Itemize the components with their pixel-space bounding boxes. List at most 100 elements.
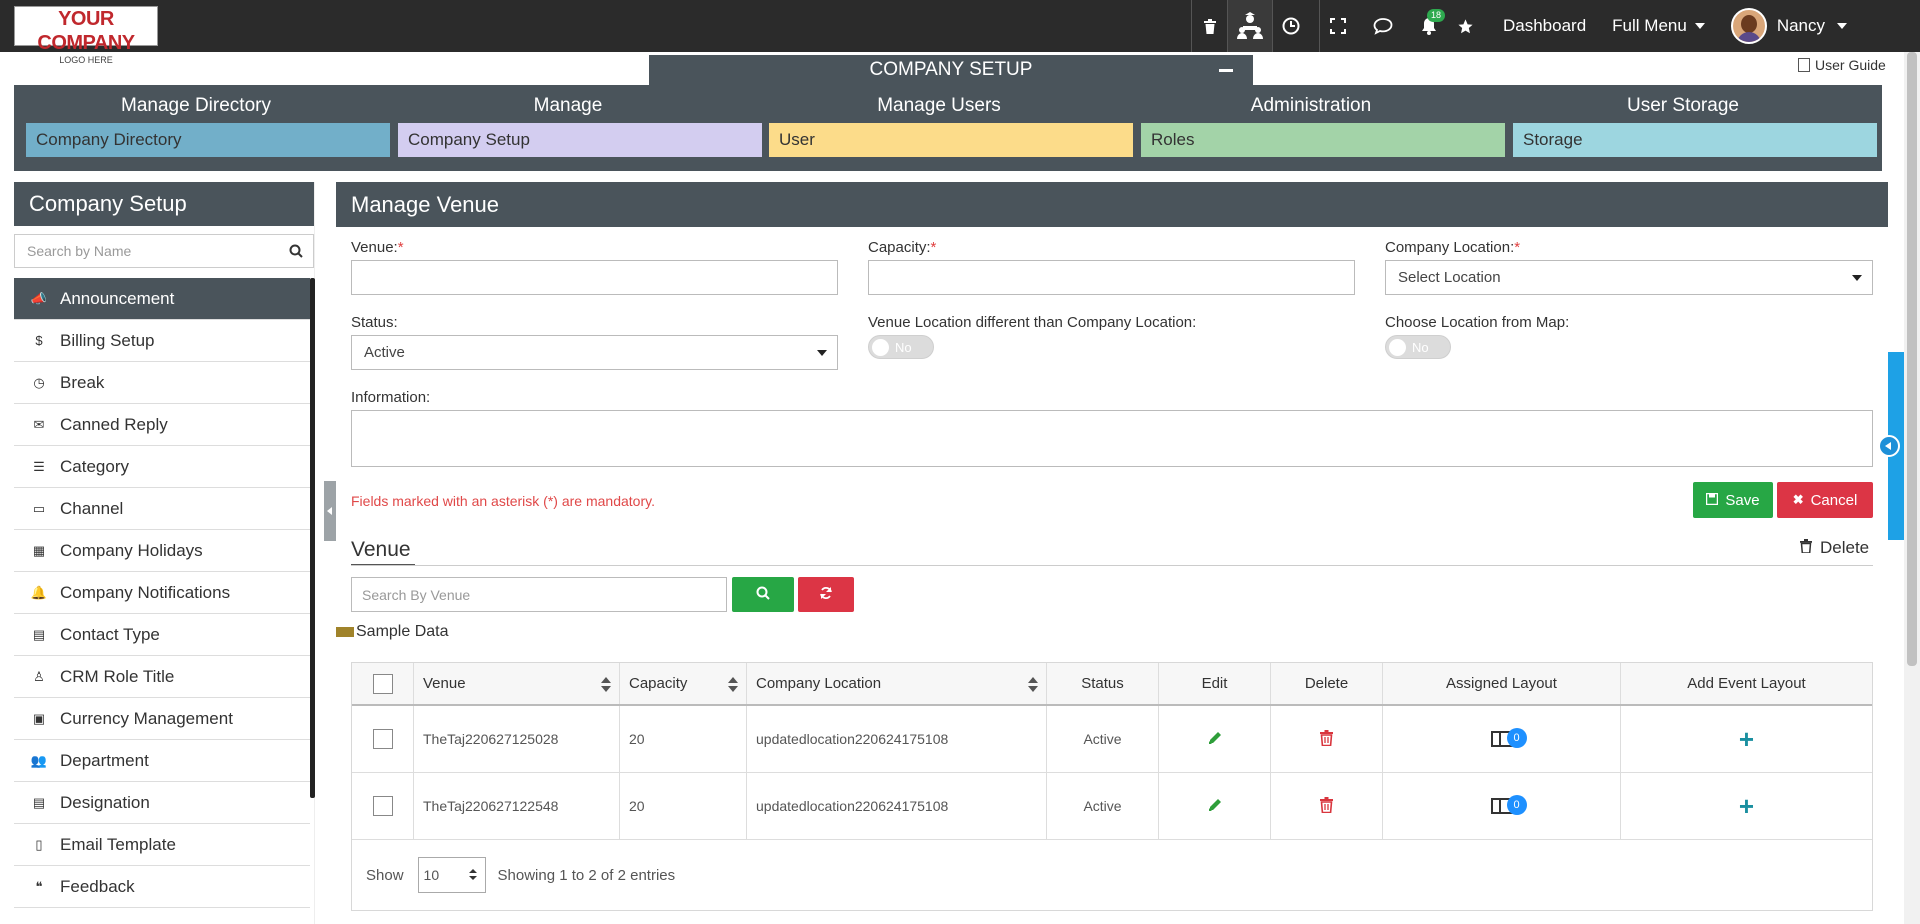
- search-icon[interactable]: [289, 244, 303, 262]
- directory-nav: Manage Directory Company Directory Manag…: [14, 85, 1882, 171]
- layout-icon[interactable]: 0: [1490, 728, 1527, 748]
- refresh-button[interactable]: [798, 577, 854, 612]
- table-header-row: Venue Capacity Company Location Status E…: [352, 663, 1872, 706]
- avatar[interactable]: [1730, 8, 1767, 44]
- toggle-text: No: [895, 340, 912, 355]
- user-menu-dropdown[interactable]: Nancy: [1777, 16, 1847, 36]
- sidebar-search-input[interactable]: [15, 235, 313, 267]
- venue-table: Venue Capacity Company Location Status E…: [351, 662, 1873, 911]
- sidebar-item-label: Canned Reply: [60, 414, 168, 434]
- pencil-icon[interactable]: [1207, 797, 1223, 816]
- sidebar-item-feedback[interactable]: ❝ Feedback: [14, 866, 310, 908]
- delete-cell: [1271, 706, 1383, 772]
- venue-search-input[interactable]: [352, 578, 726, 611]
- user-guide-link[interactable]: User Guide: [1798, 57, 1886, 73]
- bulk-delete-link[interactable]: Delete: [1800, 538, 1869, 558]
- nav-item-storage[interactable]: Storage: [1513, 123, 1877, 157]
- pencil-icon[interactable]: [1207, 730, 1223, 749]
- quote-icon: ❝: [35, 878, 43, 894]
- side-panel-tab[interactable]: [1878, 352, 1904, 540]
- layout-count-badge: 0: [1506, 795, 1527, 815]
- sidebar-item-category[interactable]: ☰ Category: [14, 446, 310, 488]
- nav-item-user[interactable]: User: [769, 123, 1133, 157]
- trash-icon[interactable]: [1320, 796, 1333, 816]
- column-header-venue[interactable]: Venue: [414, 663, 620, 704]
- sidebar-item-crm-role-title[interactable]: ♙ CRM Role Title: [14, 656, 310, 698]
- column-label: Edit: [1201, 675, 1228, 692]
- sidebar-scrollbar[interactable]: [310, 278, 315, 798]
- sidebar-item-label: Announcement: [60, 288, 175, 308]
- minimize-icon[interactable]: [1219, 69, 1233, 72]
- column-header-capacity[interactable]: Capacity: [620, 663, 747, 704]
- layout-icon[interactable]: 0: [1490, 795, 1527, 815]
- sidebar-item-canned-reply[interactable]: ✉ Canned Reply: [14, 404, 310, 446]
- nav-column-user-storage: User Storage Storage: [1501, 85, 1877, 171]
- information-textarea[interactable]: [351, 410, 1873, 467]
- page-scrollbar[interactable]: [1904, 52, 1920, 924]
- full-menu-dropdown[interactable]: Full Menu: [1612, 16, 1705, 36]
- sidebar-item-break[interactable]: ◷ Break: [14, 362, 310, 404]
- plus-icon[interactable]: +: [1739, 726, 1754, 752]
- select-all-checkbox[interactable]: [372, 673, 393, 694]
- sidebar-item-label: Designation: [60, 792, 150, 812]
- chevron-down-icon: [817, 350, 827, 356]
- nav-item-company-directory[interactable]: Company Directory: [26, 123, 390, 157]
- venue-search: [351, 577, 727, 612]
- history-clock-icon[interactable]: [1273, 0, 1309, 52]
- capacity-input[interactable]: [868, 260, 1355, 295]
- user-icon: ♙: [33, 668, 45, 684]
- company-logo[interactable]: YOUR COMPANY LOGO HERE: [14, 6, 158, 65]
- sidebar-item-company-notifications[interactable]: 🔔 Company Notifications: [14, 572, 310, 614]
- sidebar-item-contact-type[interactable]: ▤ Contact Type: [14, 614, 310, 656]
- sort-icon: [601, 677, 611, 693]
- team-icon[interactable]: [1227, 0, 1273, 52]
- notification-bell-icon[interactable]: 18: [1411, 0, 1447, 52]
- toggle-knob: [1389, 339, 1406, 356]
- sidebar-collapse-handle[interactable]: [324, 481, 336, 541]
- legend-swatch: [336, 627, 354, 637]
- dashboard-link[interactable]: Dashboard: [1503, 16, 1586, 36]
- venue-location-diff-toggle[interactable]: No: [868, 335, 934, 359]
- capacity-label: Capacity:*: [868, 239, 936, 256]
- trash-icon[interactable]: [1320, 729, 1333, 749]
- save-button[interactable]: Save: [1693, 482, 1773, 518]
- sidebar-item-designation[interactable]: ▤ Designation: [14, 782, 310, 824]
- sidebar-search: [14, 234, 314, 268]
- company-location-select[interactable]: Select Location: [1385, 260, 1873, 295]
- nav-item-company-setup[interactable]: Company Setup: [398, 123, 762, 157]
- edit-cell: [1159, 706, 1271, 772]
- monitor-icon: ▭: [32, 500, 46, 516]
- cancel-button[interactable]: ✖ Cancel: [1777, 482, 1873, 518]
- chevron-down-icon: [1837, 23, 1847, 29]
- venue-input[interactable]: [351, 260, 838, 295]
- chat-icon[interactable]: [1365, 0, 1401, 52]
- row-checkbox[interactable]: [372, 796, 393, 816]
- card-icon: ▤: [32, 626, 46, 642]
- fullscreen-icon[interactable]: [1319, 0, 1355, 52]
- sidebar-item-billing-setup[interactable]: $ Billing Setup: [14, 320, 310, 362]
- nav-item-roles[interactable]: Roles: [1141, 123, 1505, 157]
- page-size-select[interactable]: 10: [417, 857, 486, 893]
- sidebar-item-label: Department: [60, 750, 149, 770]
- trash-icon[interactable]: [1191, 0, 1227, 52]
- row-checkbox[interactable]: [372, 729, 393, 749]
- location-cell: updatedlocation220624175108: [747, 773, 1047, 839]
- table-footer: Show 10 Showing 1 to 2 of 2 entries: [352, 840, 1872, 910]
- scrollbar-thumb[interactable]: [1907, 52, 1917, 666]
- sidebar-item-channel[interactable]: ▭ Channel: [14, 488, 310, 530]
- sidebar-item-email-template[interactable]: ▯ Email Template: [14, 824, 310, 866]
- arrow-left-icon[interactable]: [1878, 435, 1900, 457]
- sidebar-item-currency-management[interactable]: ▣ Currency Management: [14, 698, 310, 740]
- sidebar-item-company-holidays[interactable]: ▦ Company Holidays: [14, 530, 310, 572]
- nav-column-manage: Manage Company Setup: [386, 85, 762, 171]
- search-button[interactable]: [732, 577, 794, 612]
- column-header-company-location[interactable]: Company Location: [747, 663, 1047, 704]
- plus-icon[interactable]: +: [1739, 793, 1754, 819]
- star-icon[interactable]: [1447, 0, 1483, 52]
- sidebar: Company Setup 📣 Announcement $ Billing Set…: [14, 182, 315, 924]
- status-select[interactable]: Active: [351, 335, 838, 370]
- sidebar-item-department[interactable]: 👥 Department: [14, 740, 310, 782]
- sidebar-item-label: CRM Role Title: [60, 666, 175, 686]
- choose-map-toggle[interactable]: No: [1385, 335, 1451, 359]
- sidebar-item-announcement[interactable]: 📣 Announcement: [14, 278, 310, 320]
